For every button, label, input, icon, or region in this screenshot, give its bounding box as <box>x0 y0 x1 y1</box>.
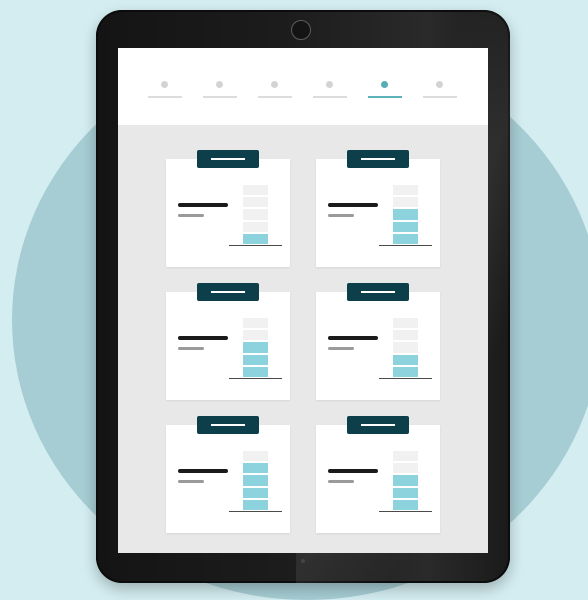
option-card[interactable] <box>316 416 440 533</box>
gauge-segment <box>393 233 418 244</box>
gauge-segment <box>243 342 268 353</box>
tablet-device <box>96 10 510 583</box>
step-underline <box>148 96 182 98</box>
step-dot <box>436 81 443 88</box>
card-subtitle-line <box>328 480 354 483</box>
step-2[interactable] <box>203 78 237 102</box>
gauge-segment <box>393 330 418 341</box>
gauge-segment <box>393 475 418 486</box>
step-underline <box>203 96 237 98</box>
gauge-segment <box>243 366 268 377</box>
gauge-baseline <box>229 378 282 379</box>
gauge-baseline <box>379 378 432 379</box>
gauge-segment <box>393 209 418 220</box>
gauge-segment <box>243 451 268 462</box>
gauge-segment <box>243 487 268 498</box>
gauge-baseline <box>379 245 432 246</box>
card-title-line <box>328 203 378 207</box>
gauge-segment <box>393 354 418 365</box>
step-dot <box>216 81 223 88</box>
step-underline <box>258 96 292 98</box>
gauge-segment <box>243 209 268 220</box>
gauge-segment <box>243 221 268 232</box>
tag-label-line <box>361 158 395 160</box>
step-dot <box>271 81 278 88</box>
gauge-segment <box>243 499 268 510</box>
step-4[interactable] <box>313 78 347 102</box>
gauge-segment <box>243 354 268 365</box>
gauge-segment <box>243 330 268 341</box>
level-gauge <box>243 185 268 244</box>
step-dot <box>381 81 388 88</box>
gauge-segment <box>393 318 418 329</box>
gauge-segment <box>393 487 418 498</box>
step-3[interactable] <box>258 78 292 102</box>
tag-label-line <box>361 424 395 426</box>
step-underline <box>423 96 457 98</box>
card-tag <box>197 416 259 434</box>
gauge-segment <box>393 197 418 208</box>
step-1[interactable] <box>148 78 182 102</box>
step-progress-header <box>118 48 488 125</box>
level-gauge <box>393 318 418 377</box>
option-card[interactable] <box>316 283 440 400</box>
card-tag <box>347 416 409 434</box>
tag-label-line <box>211 424 245 426</box>
gauge-segment <box>393 221 418 232</box>
option-card[interactable] <box>166 416 290 533</box>
tag-label-line <box>211 291 245 293</box>
card-subtitle-line <box>178 347 204 350</box>
gauge-baseline <box>229 245 282 246</box>
card-subtitle-line <box>328 347 354 350</box>
card-subtitle-line <box>328 214 354 217</box>
option-card[interactable] <box>316 150 440 267</box>
option-card[interactable] <box>166 150 290 267</box>
step-underline <box>313 96 347 98</box>
home-sensor <box>301 559 305 563</box>
tag-label-line <box>361 291 395 293</box>
card-tag <box>197 150 259 168</box>
tag-label-line <box>211 158 245 160</box>
card-tag <box>347 150 409 168</box>
gauge-segment <box>393 366 418 377</box>
step-underline <box>368 96 402 98</box>
card-title-line <box>178 336 228 340</box>
card-tag <box>347 283 409 301</box>
step-dot <box>161 81 168 88</box>
level-gauge <box>393 185 418 244</box>
tablet-screen <box>118 48 488 553</box>
card-title-line <box>178 203 228 207</box>
card-title-line <box>328 336 378 340</box>
gauge-segment <box>393 342 418 353</box>
gauge-segment <box>243 233 268 244</box>
gauge-segment <box>243 318 268 329</box>
gauge-segment <box>243 197 268 208</box>
card-title-line <box>328 469 378 473</box>
card-title-line <box>178 469 228 473</box>
step-dot <box>326 81 333 88</box>
step-6[interactable] <box>423 78 457 102</box>
camera-icon <box>291 20 311 40</box>
gauge-segment <box>243 185 268 196</box>
gauge-segment <box>393 185 418 196</box>
gauge-segment <box>393 463 418 474</box>
level-gauge <box>243 318 268 377</box>
step-5[interactable] <box>368 78 402 102</box>
card-subtitle-line <box>178 480 204 483</box>
gauge-baseline <box>379 511 432 512</box>
level-gauge <box>243 451 268 510</box>
level-gauge <box>393 451 418 510</box>
gauge-segment <box>243 475 268 486</box>
gauge-segment <box>393 451 418 462</box>
option-card[interactable] <box>166 283 290 400</box>
gauge-baseline <box>229 511 282 512</box>
gauge-segment <box>243 463 268 474</box>
card-subtitle-line <box>178 214 204 217</box>
gauge-segment <box>393 499 418 510</box>
card-tag <box>197 283 259 301</box>
